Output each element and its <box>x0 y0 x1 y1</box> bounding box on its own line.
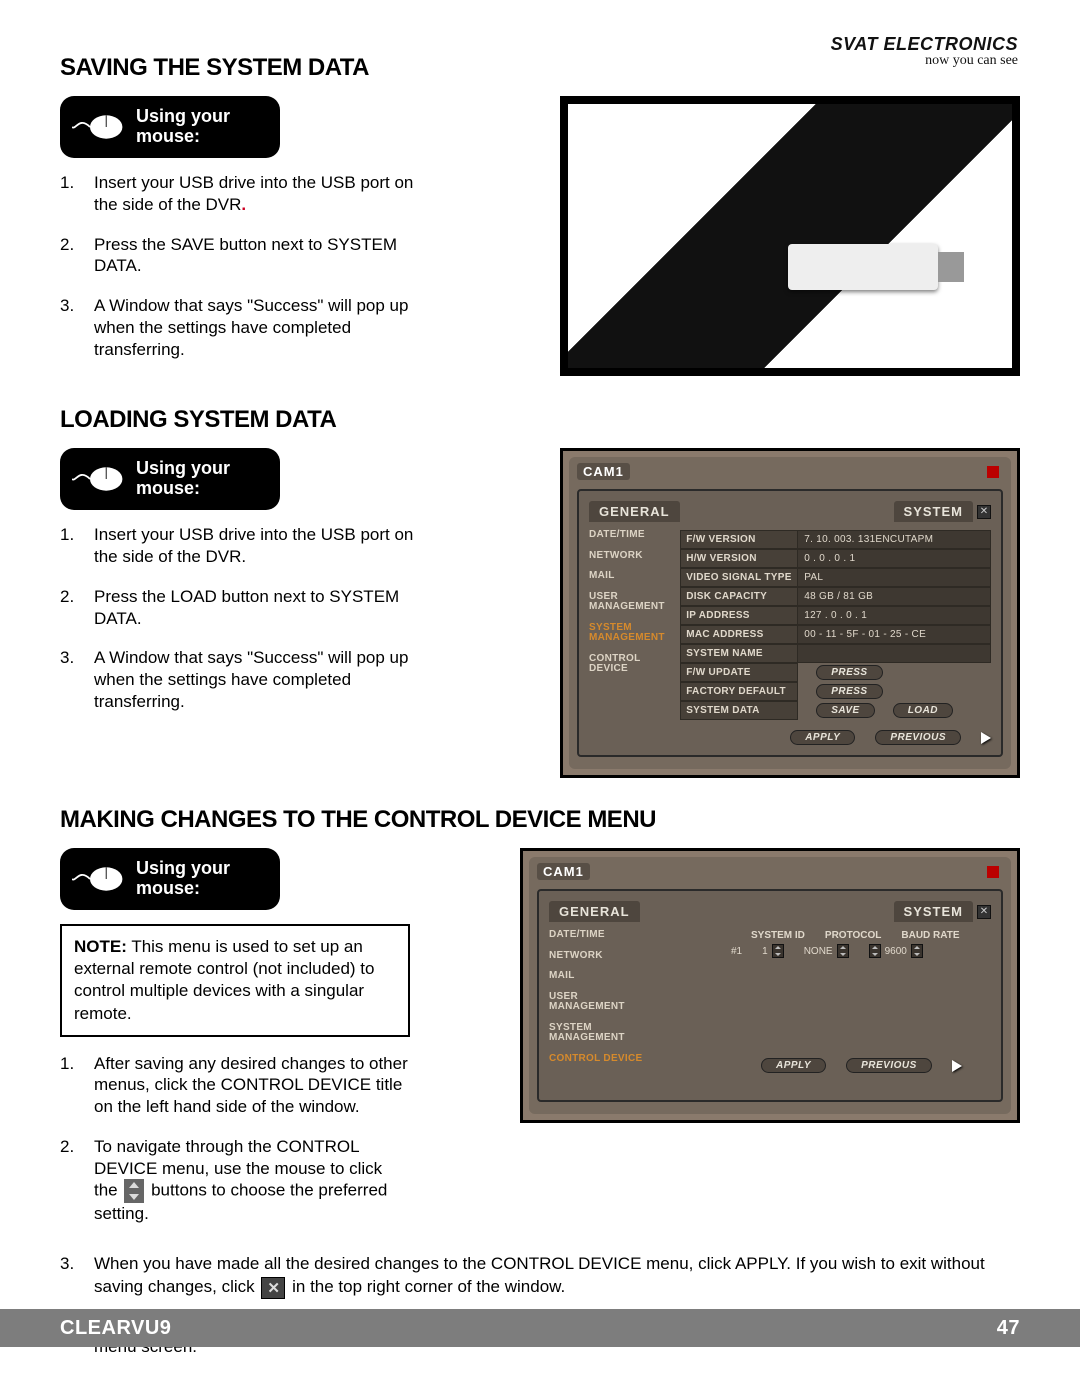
step: When you have made all the desired chang… <box>60 1253 1020 1299</box>
usb-photo <box>560 96 1020 376</box>
mouse-icon <box>72 858 126 900</box>
sidebar-item[interactable]: MAIL <box>589 571 674 582</box>
system-form: F/W VERSION7. 10. 003. 131ENCUTAPM H/W V… <box>680 530 991 745</box>
sidebar-item[interactable]: NETWORK <box>549 951 645 962</box>
sidebar-item[interactable]: SYSTEM MANAGEMENT <box>549 1023 645 1044</box>
sidebar-item-active[interactable]: CONTROL DEVICE <box>549 1054 645 1065</box>
spinner-icon[interactable] <box>772 944 784 958</box>
col-header: PROTOCOL <box>825 930 881 941</box>
spinner-icon[interactable] <box>837 944 849 958</box>
save-button[interactable]: SAVE <box>816 703 875 718</box>
mouse-badge: Using your mouse: <box>60 848 280 910</box>
section-saving: SAVING THE SYSTEM DATA Using your mouse:… <box>60 54 1020 378</box>
section-title: MAKING CHANGES TO THE CONTROL DEVICE MEN… <box>60 806 1020 834</box>
mouse-badge-label: Using your mouse: <box>136 859 268 899</box>
cursor-icon <box>952 1060 962 1072</box>
accent-dot: . <box>241 195 246 214</box>
step: Press the SAVE button next to SYSTEM DAT… <box>60 234 430 278</box>
sidebar-item[interactable]: NETWORK <box>589 551 674 562</box>
brand-company: SVAT ELECTRONICS <box>831 34 1018 55</box>
product-name: CLEARVU9 <box>60 1317 171 1340</box>
dvr-screenshot-system: CAM1 GENERAL SYSTEM ✕ <box>560 448 1020 778</box>
sidebar-item[interactable]: DATE/TIME <box>589 530 674 541</box>
sidebar-item-active[interactable]: SYSTEM MANAGEMENT <box>589 623 674 644</box>
dvr-screenshot-control: CAM1 GENERAL SYSTEM ✕ <box>520 848 1020 1123</box>
manual-page: SVAT ELECTRONICS now you can see SAVING … <box>0 0 1080 1397</box>
press-button[interactable]: PRESS <box>816 684 882 699</box>
sidebar-item[interactable]: USER MANAGEMENT <box>589 592 674 613</box>
col-header: SYSTEM ID <box>751 930 805 941</box>
record-icon <box>987 866 999 878</box>
step: To navigate through the CONTROL DEVICE m… <box>60 1136 410 1225</box>
section-title: SAVING THE SYSTEM DATA <box>60 54 1020 82</box>
row-id-label: #1 <box>731 944 742 958</box>
page-footer: CLEARVU9 47 <box>0 1309 1080 1347</box>
cursor-icon <box>981 732 991 744</box>
tab-general[interactable]: GENERAL <box>589 501 680 522</box>
sidebar-item[interactable]: CONTROL DEVICE <box>589 654 674 675</box>
settings-panel: GENERAL SYSTEM ✕ DATE/TIME NETWORK <box>537 889 1003 1102</box>
mouse-badge-label: Using your mouse: <box>136 459 268 499</box>
settings-panel: GENERAL SYSTEM ✕ DATE/TIME NETWORK <box>577 489 1003 757</box>
press-button[interactable]: PRESS <box>816 665 882 680</box>
section-control-device: MAKING CHANGES TO THE CONTROL DEVICE MEN… <box>60 806 1020 1359</box>
cam-label: CAM1 <box>577 463 630 480</box>
step: Insert your USB drive into the USB port … <box>60 172 430 216</box>
close-icon[interactable]: ✕ <box>977 505 991 519</box>
spinner-icon[interactable] <box>869 944 881 958</box>
settings-sidebar: DATE/TIME NETWORK MAIL USER MANAGEMENT S… <box>589 530 674 745</box>
load-button[interactable]: LOAD <box>893 703 953 718</box>
cam-label: CAM1 <box>537 863 590 880</box>
section-loading: LOADING SYSTEM DATA Using your mouse: In… <box>60 406 1020 778</box>
note-label: NOTE: <box>74 937 127 956</box>
spinner-icon <box>124 1179 144 1203</box>
section-title: LOADING SYSTEM DATA <box>60 406 1020 434</box>
step: After saving any desired changes to othe… <box>60 1053 410 1118</box>
settings-sidebar: DATE/TIME NETWORK MAIL USER MANAGEMENT S… <box>549 930 645 1090</box>
step: A Window that says "Success" will pop up… <box>60 647 430 712</box>
sidebar-item[interactable]: DATE/TIME <box>549 930 645 941</box>
mouse-icon <box>72 106 126 148</box>
mouse-badge: Using your mouse: <box>60 448 280 510</box>
note-box: NOTE: This menu is used to set up an ext… <box>60 924 410 1036</box>
control-device-form: SYSTEM ID PROTOCOL BAUD RATE #1 1 NONE 9… <box>651 930 991 1090</box>
mouse-badge-label: Using your mouse: <box>136 107 268 147</box>
close-icon <box>261 1277 285 1299</box>
mouse-icon <box>72 458 126 500</box>
step: Insert your USB drive into the USB port … <box>60 524 430 568</box>
usb-stick-shape <box>788 244 938 290</box>
steps-list: Insert your USB drive into the USB port … <box>60 172 430 360</box>
steps-list: After saving any desired changes to othe… <box>60 1053 410 1226</box>
previous-button[interactable]: PREVIOUS <box>875 730 961 745</box>
apply-button[interactable]: APPLY <box>790 730 855 745</box>
previous-button[interactable]: PREVIOUS <box>846 1058 932 1073</box>
sidebar-item[interactable]: USER MANAGEMENT <box>549 992 645 1013</box>
step: Press the LOAD button next to SYSTEM DAT… <box>60 586 430 630</box>
step: A Window that says "Success" will pop up… <box>60 295 430 360</box>
steps-list: Insert your USB drive into the USB port … <box>60 524 430 712</box>
tab-general[interactable]: GENERAL <box>549 901 640 922</box>
page-number: 47 <box>997 1317 1020 1340</box>
spinner-icon[interactable] <box>911 944 923 958</box>
col-header: BAUD RATE <box>901 930 959 941</box>
close-icon[interactable]: ✕ <box>977 905 991 919</box>
tab-system[interactable]: SYSTEM <box>894 901 973 922</box>
tab-system[interactable]: SYSTEM <box>894 501 973 522</box>
mouse-badge: Using your mouse: <box>60 96 280 158</box>
sidebar-item[interactable]: MAIL <box>549 971 645 982</box>
apply-button[interactable]: APPLY <box>761 1058 826 1073</box>
record-icon <box>987 466 999 478</box>
